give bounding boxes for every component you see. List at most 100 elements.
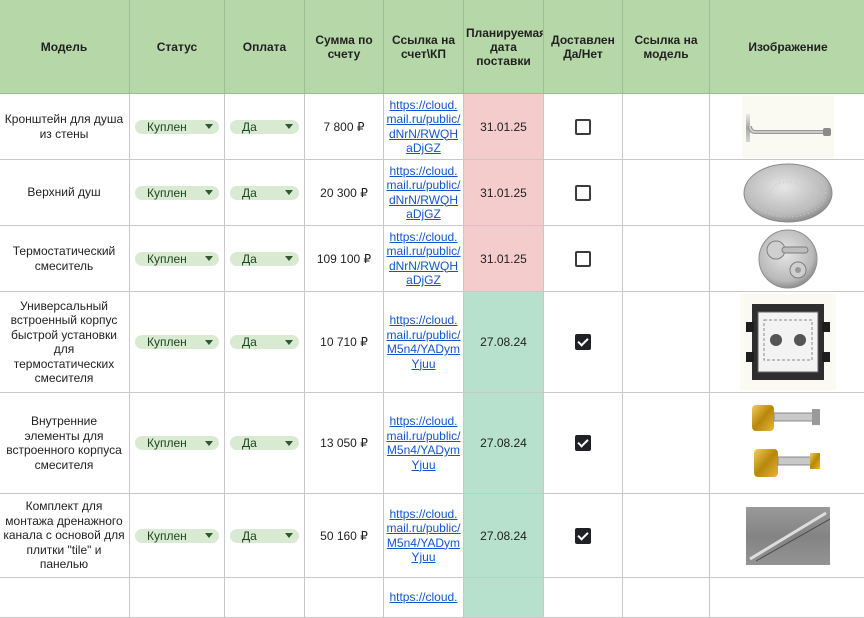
invoice-link[interactable]: https://cloud. [386, 590, 461, 605]
table-row: Термостатический смеситель Куплен Да 109 10… [0, 226, 864, 292]
delivery-date-cell[interactable]: 31.01.25 [464, 94, 544, 160]
payment-dropdown[interactable]: Да [230, 335, 299, 349]
image-cell[interactable] [710, 292, 864, 393]
delivered-cell[interactable] [544, 393, 623, 494]
dropdown-arrow-icon [285, 190, 293, 195]
status-cell[interactable]: Куплен [130, 393, 225, 494]
invoice-link-cell[interactable]: https://cloud.mail.ru/public/dNrN/RWQHaD… [384, 160, 464, 226]
invoice-link[interactable]: https://cloud.mail.ru/public/dNrN/RWQHaD… [386, 164, 461, 222]
status-cell[interactable]: Куплен [130, 94, 225, 160]
delivery-date-cell[interactable]: 31.01.25 [464, 226, 544, 292]
header-status[interactable]: Статус [130, 0, 225, 94]
model-link-cell[interactable] [623, 578, 710, 618]
payment-cell[interactable]: Да [225, 292, 305, 393]
delivered-cell[interactable] [544, 160, 623, 226]
model-link-cell[interactable] [623, 94, 710, 160]
payment-dropdown[interactable]: Да [230, 252, 299, 266]
delivered-checkbox[interactable] [575, 185, 591, 201]
payment-cell[interactable]: Да [225, 160, 305, 226]
status-dropdown[interactable]: Куплен [135, 252, 219, 266]
model-cell[interactable]: Верхний душ [0, 160, 130, 226]
header-model[interactable]: Модель [0, 0, 130, 94]
payment-dropdown[interactable]: Да [230, 186, 299, 200]
payment-dropdown[interactable]: Да [230, 529, 299, 543]
delivered-checkbox[interactable] [575, 334, 591, 350]
payment-cell[interactable]: Да [225, 94, 305, 160]
status-cell[interactable] [130, 578, 225, 618]
payment-cell[interactable]: Да [225, 494, 305, 578]
model-link-cell[interactable] [623, 292, 710, 393]
sum-cell[interactable]: 109 100 ₽ [305, 226, 384, 292]
model-cell[interactable] [0, 578, 130, 618]
invoice-link[interactable]: https://cloud.mail.ru/public/M5n4/YADymY… [386, 414, 461, 472]
status-cell[interactable]: Куплен [130, 292, 225, 393]
sum-cell[interactable]: 10 710 ₽ [305, 292, 384, 393]
image-cell[interactable] [710, 160, 864, 226]
status-cell[interactable]: Куплен [130, 226, 225, 292]
model-cell[interactable]: Кронштейн для душа из стены [0, 94, 130, 160]
delivered-checkbox[interactable] [575, 119, 591, 135]
header-delivery-date[interactable]: Планируемая дата поставки [464, 0, 544, 94]
invoice-link-cell[interactable]: https://cloud.mail.ru/public/dNrN/RWQHaD… [384, 94, 464, 160]
status-dropdown[interactable]: Куплен [135, 186, 219, 200]
invoice-link[interactable]: https://cloud.mail.ru/public/M5n4/YADymY… [386, 507, 461, 565]
delivery-date-cell[interactable]: 27.08.24 [464, 393, 544, 494]
delivery-date-cell[interactable]: 31.01.25 [464, 160, 544, 226]
delivery-date-cell[interactable]: 27.08.24 [464, 292, 544, 393]
status-cell[interactable]: Куплен [130, 494, 225, 578]
status-dropdown[interactable]: Куплен [135, 529, 219, 543]
header-delivered[interactable]: Доставлен Да/Нет [544, 0, 623, 94]
model-cell[interactable]: Термостатический смеситель [0, 226, 130, 292]
payment-cell[interactable]: Да [225, 226, 305, 292]
delivered-checkbox[interactable] [575, 528, 591, 544]
delivered-checkbox[interactable] [575, 251, 591, 267]
sum-cell[interactable]: 13 050 ₽ [305, 393, 384, 494]
status-cell[interactable]: Куплен [130, 160, 225, 226]
payment-dropdown[interactable]: Да [230, 120, 299, 134]
model-link-cell[interactable] [623, 393, 710, 494]
invoice-link[interactable]: https://cloud.mail.ru/public/dNrN/RWQHaD… [386, 230, 461, 288]
invoice-link-cell[interactable]: https://cloud.mail.ru/public/M5n4/YADymY… [384, 393, 464, 494]
delivered-checkbox[interactable] [575, 435, 591, 451]
sum-cell[interactable]: 50 160 ₽ [305, 494, 384, 578]
model-link-cell[interactable] [623, 494, 710, 578]
header-image[interactable]: Изображение [710, 0, 864, 94]
invoice-link-cell[interactable]: https://cloud.mail.ru/public/M5n4/YADymY… [384, 494, 464, 578]
sum-cell[interactable]: 20 300 ₽ [305, 160, 384, 226]
header-sum[interactable]: Сумма по счету [305, 0, 384, 94]
image-cell[interactable] [710, 226, 864, 292]
delivered-cell[interactable] [544, 94, 623, 160]
model-cell[interactable]: Универсальный встроенный корпус быстрой … [0, 292, 130, 393]
invoice-link-cell[interactable]: https://cloud.mail.ru/public/M5n4/YADymY… [384, 292, 464, 393]
invoice-link-cell[interactable]: https://cloud. [384, 578, 464, 618]
status-dropdown[interactable]: Куплен [135, 436, 219, 450]
image-cell[interactable] [710, 578, 864, 618]
model-link-cell[interactable] [623, 160, 710, 226]
payment-dropdown[interactable]: Да [230, 436, 299, 450]
sum-cell[interactable]: 7 800 ₽ [305, 94, 384, 160]
invoice-link[interactable]: https://cloud.mail.ru/public/dNrN/RWQHaD… [386, 98, 461, 156]
sum-cell[interactable] [305, 578, 384, 618]
image-cell[interactable] [710, 393, 864, 494]
status-dropdown[interactable]: Куплен [135, 120, 219, 134]
delivered-cell[interactable] [544, 292, 623, 393]
delivery-date-cell[interactable] [464, 578, 544, 618]
model-cell[interactable]: Комплект для монтажа дренажного канала с… [0, 494, 130, 578]
delivered-cell[interactable] [544, 494, 623, 578]
delivered-cell[interactable] [544, 226, 623, 292]
invoice-link-cell[interactable]: https://cloud.mail.ru/public/dNrN/RWQHaD… [384, 226, 464, 292]
invoice-link[interactable]: https://cloud.mail.ru/public/M5n4/YADymY… [386, 313, 461, 371]
delivered-cell[interactable] [544, 578, 623, 618]
shower-arm-image [710, 96, 864, 158]
model-cell[interactable]: Внутренние элементы для встроенного корп… [0, 393, 130, 494]
image-cell[interactable] [710, 494, 864, 578]
model-link-cell[interactable] [623, 226, 710, 292]
payment-cell[interactable]: Да [225, 393, 305, 494]
header-payment[interactable]: Оплата [225, 0, 305, 94]
header-model-link[interactable]: Ссылка на модель [623, 0, 710, 94]
payment-cell[interactable] [225, 578, 305, 618]
delivery-date-cell[interactable]: 27.08.24 [464, 494, 544, 578]
status-dropdown[interactable]: Куплен [135, 335, 219, 349]
image-cell[interactable] [710, 94, 864, 160]
header-invoice-link[interactable]: Ссылка на счет\КП [384, 0, 464, 94]
